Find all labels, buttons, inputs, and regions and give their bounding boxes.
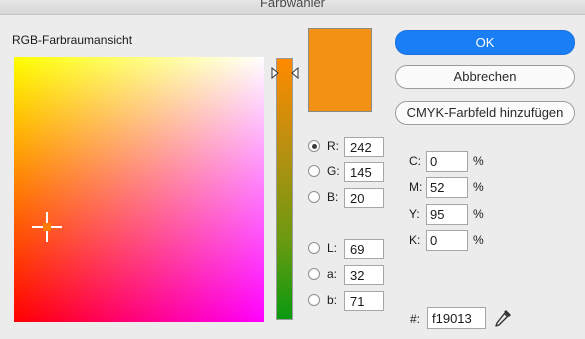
label-a: a: [327,267,338,281]
label-c: C: [409,154,421,168]
label-l: L: [327,241,338,255]
slider-handle-icon[interactable] [271,66,299,80]
eyedropper-icon[interactable] [492,307,514,329]
hex-input[interactable]: f19013 [427,307,486,329]
input-y[interactable]: 95 [426,204,468,225]
unit-y: % [473,207,484,221]
color-field[interactable] [14,57,264,322]
color-preview-swatch [308,28,372,112]
hex-label: #: [410,312,421,326]
input-k[interactable]: 0 [426,230,468,251]
label-g: G: [327,164,340,178]
input-l[interactable]: 69 [344,239,384,259]
radio-r[interactable] [308,140,320,152]
label-lab-b: b: [327,293,338,307]
input-m[interactable]: 52 [426,177,468,198]
color-space-label: RGB-Farbraumansicht [12,33,133,47]
ok-button[interactable]: OK [395,30,575,55]
input-c[interactable]: 0 [426,151,468,172]
label-y: Y: [409,207,420,221]
crosshair-icon[interactable] [32,212,62,242]
input-b[interactable]: 20 [344,188,384,208]
unit-c: % [473,154,484,168]
radio-g[interactable] [308,165,320,177]
input-r[interactable]: 242 [344,137,384,157]
radio-lab-b[interactable] [308,294,320,306]
label-b: B: [327,190,339,204]
cancel-button[interactable]: Abbrechen [395,65,575,89]
add-cmyk-swatch-button[interactable]: CMYK-Farbfeld hinzufügen [395,101,575,125]
input-a[interactable]: 32 [344,265,384,285]
unit-k: % [473,233,484,247]
title-bar: Farbwähler [0,0,585,15]
unit-m: % [473,180,484,194]
label-r: R: [327,139,339,153]
radio-l[interactable] [308,242,320,254]
radio-b[interactable] [308,191,320,203]
input-lab-b[interactable]: 71 [344,291,384,311]
color-slider[interactable] [276,58,293,320]
radio-a[interactable] [308,268,320,280]
input-g[interactable]: 145 [344,162,384,182]
label-m: M: [409,180,423,194]
label-k: K: [409,233,421,247]
window-title: Farbwähler [259,0,326,10]
